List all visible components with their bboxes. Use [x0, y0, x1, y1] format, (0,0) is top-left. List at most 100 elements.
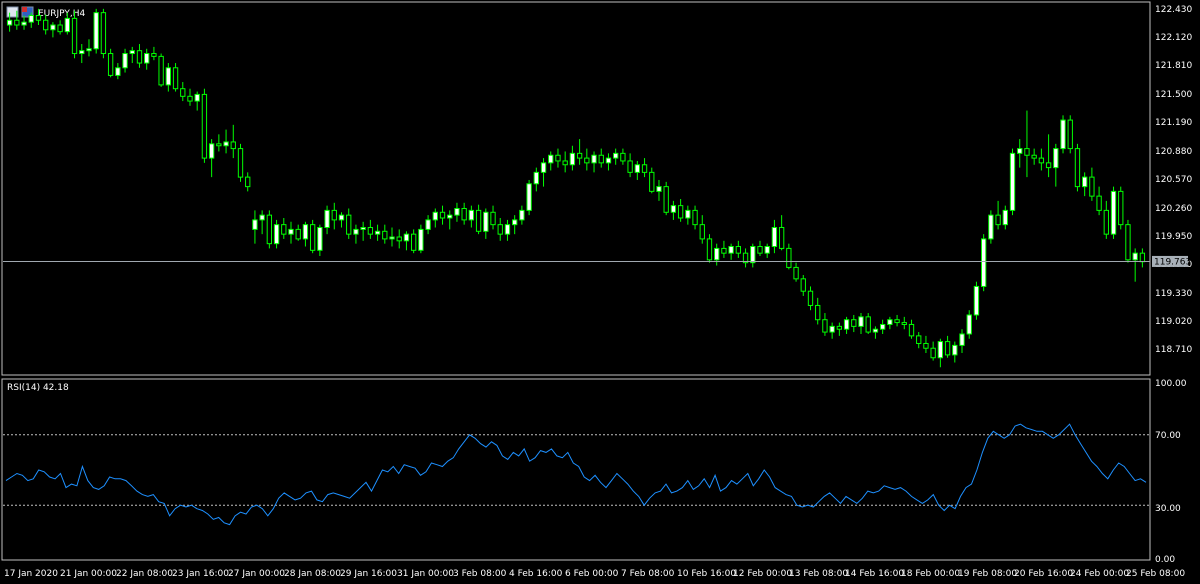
price-tick: 121.810: [1155, 61, 1192, 71]
candle-bull: [750, 246, 756, 264]
candle-bear: [230, 141, 236, 150]
candle-bear: [923, 342, 929, 349]
candle-bear: [778, 227, 785, 249]
candle-bull: [252, 219, 258, 230]
rsi-tick: 0.00: [1155, 555, 1175, 565]
candle-bull: [432, 211, 438, 221]
candle-bear: [497, 224, 503, 235]
candle-bull: [887, 319, 893, 325]
candle-bear: [382, 230, 388, 240]
candle-bear: [1038, 157, 1045, 164]
candle-bull: [670, 205, 677, 213]
price-tick: 121.500: [1155, 90, 1192, 100]
candle-bear: [1118, 190, 1124, 226]
current-price-box: 119.763: [1152, 255, 1191, 267]
time-tick: 31 Jan 00:00: [397, 569, 454, 579]
candle-bull: [338, 214, 345, 221]
time-tick: 25 Feb 08:00: [1126, 569, 1185, 579]
rsi-tick: 70.00: [1155, 431, 1181, 441]
candle-bull: [966, 314, 972, 335]
time-tick: 23 Jan 16:00: [172, 569, 229, 579]
candle-bull: [483, 211, 489, 232]
time-tick: 6 Feb 00:00: [565, 569, 619, 579]
rsi-panel[interactable]: [1, 378, 1151, 561]
candle-bull: [115, 67, 121, 76]
candle-bear: [598, 154, 604, 164]
candle-bear: [309, 224, 316, 251]
candle-bull: [548, 154, 554, 164]
candle-bull: [403, 233, 410, 242]
rsi-axis: 100.00 70.00 30.00 0.00: [1155, 379, 1187, 565]
candle-bull: [605, 157, 612, 164]
candle-bear: [346, 214, 352, 235]
candle-bull: [418, 228, 424, 251]
candle-bear: [1103, 209, 1109, 235]
price-tick: 122.430: [1155, 5, 1192, 15]
candle-bull: [374, 230, 381, 235]
candle-bull: [223, 141, 229, 147]
time-tick: 13 Feb 08:00: [789, 569, 848, 579]
candle-bear: [908, 323, 915, 337]
candle-bull: [1110, 190, 1117, 235]
candle-bull: [50, 24, 56, 31]
time-tick: 27 Jan 00:00: [228, 569, 285, 579]
time-tick: 29 Jan 16:00: [340, 569, 397, 579]
candle-bull: [613, 152, 619, 159]
time-tick: 14 Feb 16:00: [845, 569, 904, 579]
time-tick: 7 Feb 08:00: [621, 569, 675, 579]
candle-bear: [410, 233, 417, 251]
candle-bear: [461, 207, 467, 221]
candle-bull: [129, 50, 135, 55]
candle-bear: [894, 319, 900, 324]
candle-bear: [822, 319, 828, 333]
candle-bull: [952, 344, 958, 356]
candle-bear: [439, 211, 446, 219]
candle-bear: [14, 19, 20, 26]
time-tick: 20 Feb 16:00: [1014, 569, 1073, 579]
price-tick: 119.950: [1155, 232, 1192, 242]
candle-bull: [1017, 148, 1023, 154]
candle-bull: [64, 17, 70, 33]
candle-bear: [1139, 252, 1146, 263]
candle-bear: [43, 19, 49, 31]
candle-bull: [317, 227, 323, 251]
candle-bull: [28, 15, 34, 23]
candle-bull: [829, 325, 835, 333]
price-panel[interactable]: [1, 1, 1151, 376]
candle-bull: [353, 228, 359, 235]
price-tick: 120.880: [1155, 147, 1192, 157]
candle-bull: [988, 214, 994, 240]
candle-bull: [937, 341, 944, 359]
time-tick: 10 Feb 16:00: [677, 569, 736, 579]
candle-bull: [980, 238, 987, 287]
candle-bull: [526, 183, 532, 211]
candle-bear: [1074, 148, 1081, 188]
rsi-tick: 30.00: [1155, 504, 1181, 514]
candle-bull: [259, 214, 265, 221]
candle-bear: [757, 246, 763, 254]
price-tick: 119.020: [1155, 317, 1192, 327]
candle-bear: [807, 290, 814, 306]
candle-bull: [879, 323, 886, 330]
time-tick: 18 Feb 00:00: [901, 569, 960, 579]
candle-bull: [533, 171, 539, 185]
candle-bear: [281, 224, 287, 235]
candle-bear: [562, 160, 568, 166]
candle-bear: [100, 12, 107, 55]
trading-chart[interactable]: EURJPY,H4 RSI(14) 42.18 122.430 122.120 …: [0, 0, 1200, 584]
time-axis: 17 Jan 2020 21 Jan 00:00 22 Jan 08:00 23…: [4, 569, 1185, 579]
candle-bear: [172, 67, 179, 90]
candle-bull: [208, 143, 215, 159]
candle-bear: [901, 322, 907, 325]
candle-bear: [158, 55, 164, 86]
candle-bear: [930, 347, 936, 359]
candle-bull: [959, 333, 965, 346]
candle-bear: [1045, 162, 1052, 169]
candle-bear: [396, 236, 402, 242]
candle-bear: [815, 304, 821, 321]
candle-bear: [649, 171, 655, 192]
candle-bull: [1009, 152, 1016, 211]
candle-bear: [786, 247, 792, 268]
symbol-title: EURJPY,H4: [38, 9, 86, 19]
candle-bull: [302, 224, 309, 240]
